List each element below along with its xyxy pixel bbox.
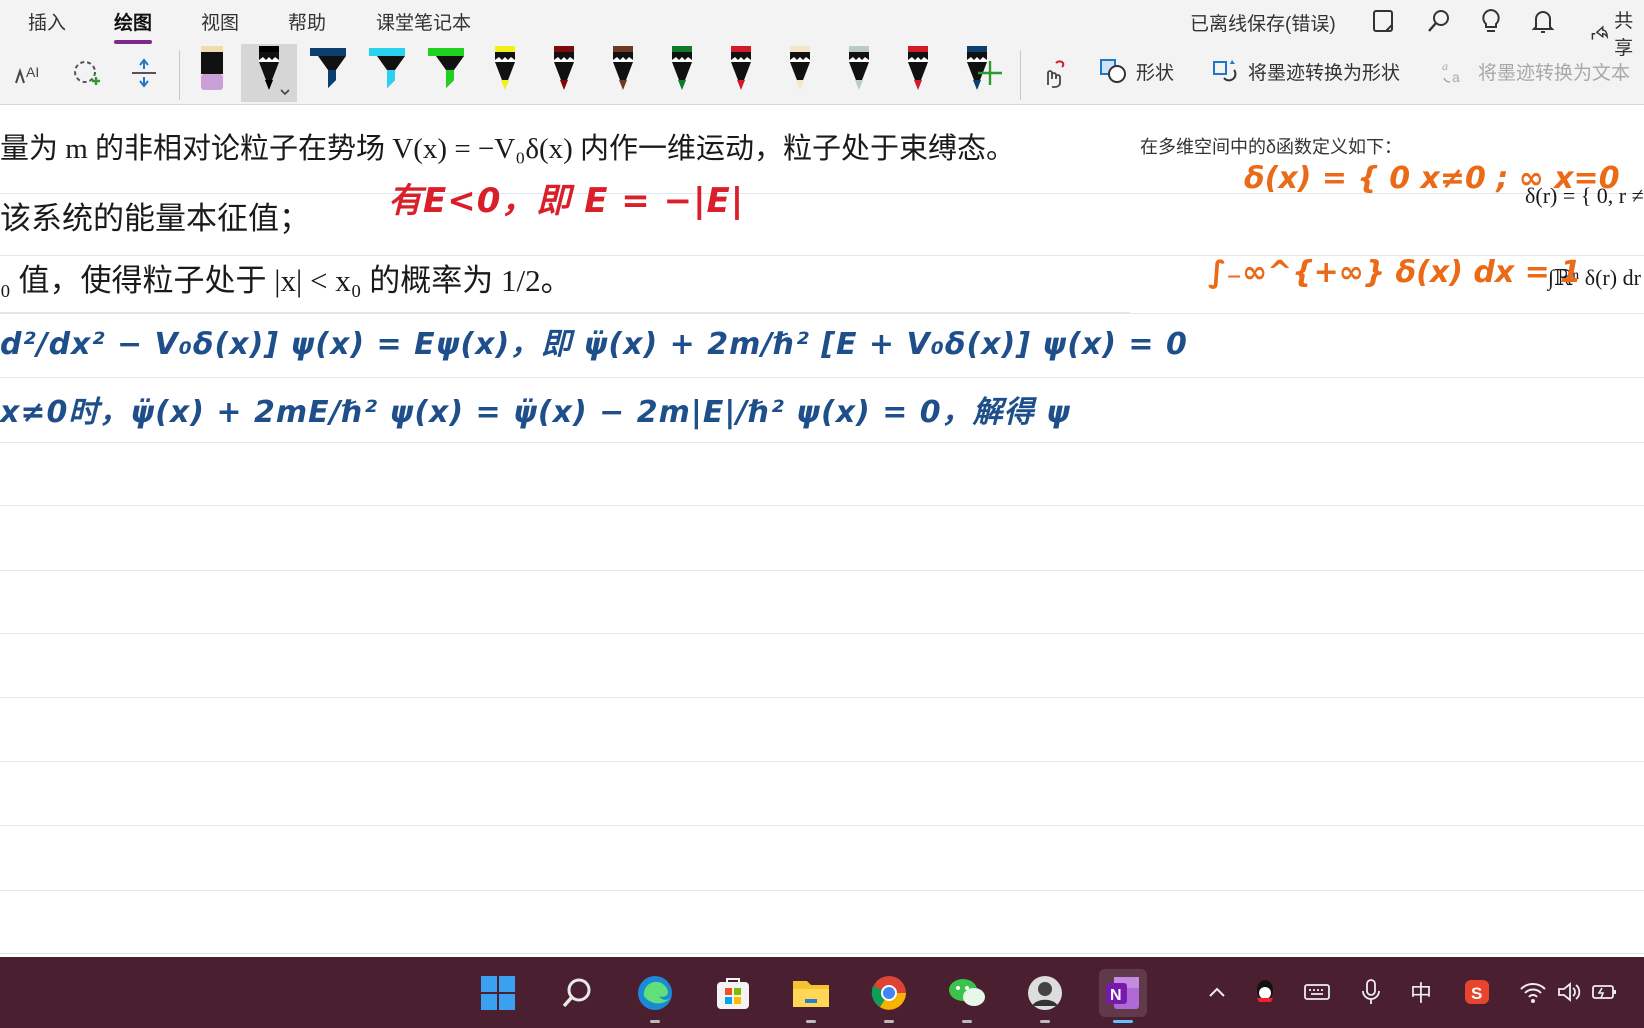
pen-2-icon xyxy=(310,48,346,88)
insert-space-icon[interactable] xyxy=(126,54,162,92)
pen-6[interactable] xyxy=(536,44,592,102)
ink-delta-integral: ∫₋∞^{+∞} δ(x) dx = 1 xyxy=(1208,255,1582,290)
start-icon xyxy=(481,976,515,1010)
ink-to-text-label: 将墨迹转换为文本 xyxy=(1478,62,1631,84)
pen-9[interactable] xyxy=(713,44,769,102)
pen-12[interactable] xyxy=(890,44,946,102)
ribbon: 插入 绘图 视图 帮助 课堂笔记本 已离线保存(错误) 共享 AI 形状 将墨迹… xyxy=(0,0,1644,105)
ribbon-tabs: 插入 绘图 视图 帮助 课堂笔记本 已离线保存(错误) 共享 xyxy=(0,0,1644,59)
eraser-tool[interactable] xyxy=(184,44,240,102)
tab-class-notebook[interactable]: 课堂笔记本 xyxy=(376,8,471,35)
pen-11-icon xyxy=(849,46,869,90)
ink-to-shape-button[interactable]: 将墨迹转换为形状 xyxy=(1210,56,1400,86)
notebook-icon[interactable] xyxy=(1368,6,1398,36)
svg-text:S: S xyxy=(1471,984,1482,1003)
svg-text:AI: AI xyxy=(26,64,39,80)
pen-9-icon xyxy=(731,46,751,90)
tray-keyboard-icon[interactable] xyxy=(1302,977,1332,1007)
tray-ime-indicator[interactable]: 中 xyxy=(1406,977,1436,1007)
wechat-icon xyxy=(949,979,985,1006)
store-icon xyxy=(717,978,749,1009)
explorer-icon xyxy=(793,981,829,1007)
pen-3[interactable] xyxy=(359,44,415,102)
avatar-app-icon xyxy=(1028,976,1062,1010)
tray-sogou-icon[interactable]: S xyxy=(1462,977,1492,1007)
tray-volume-icon[interactable] xyxy=(1554,977,1584,1007)
start-button[interactable] xyxy=(474,969,522,1017)
ink-to-text-button[interactable]: aa 将墨迹转换为文本 xyxy=(1440,56,1630,86)
delta-definition-note: 在多维空间中的δ函数定义如下： xyxy=(1140,137,1403,157)
pen-2[interactable] xyxy=(300,44,356,102)
ink-energy-note: 有E<0，即 E = −|E| xyxy=(388,181,745,221)
ink-delta-definition: δ(x) = { 0 x≠0 ; ∞ x=0 xyxy=(1244,161,1620,196)
bell-icon[interactable] xyxy=(1528,6,1558,36)
search-icon[interactable] xyxy=(1424,6,1454,36)
svg-text:a: a xyxy=(1452,69,1460,85)
pen-6-icon xyxy=(554,46,574,90)
tab-help[interactable]: 帮助 xyxy=(288,8,326,35)
svg-text:N: N xyxy=(1110,987,1122,1004)
tray-microphone-icon[interactable] xyxy=(1356,977,1386,1007)
svg-text:a: a xyxy=(1442,59,1448,73)
pen-4-icon xyxy=(428,48,464,88)
edge-icon xyxy=(638,976,672,1010)
taskbar-store[interactable] xyxy=(709,969,757,1017)
lightbulb-icon[interactable] xyxy=(1476,6,1506,36)
problem-line-1: 量为 m 的非相对论粒子在势场 V(x) = −V₀δ(x) 内作一维运动，粒子… xyxy=(0,133,1016,165)
pen-11[interactable] xyxy=(831,44,887,102)
tray-wifi-icon[interactable] xyxy=(1518,977,1548,1007)
taskbar-wechat[interactable] xyxy=(943,969,991,1023)
shapes-label: 形状 xyxy=(1136,62,1175,84)
pen-1[interactable] xyxy=(241,44,297,102)
pen-3-icon xyxy=(369,48,405,88)
taskbar-avatar-app[interactable] xyxy=(1021,969,1069,1023)
pen-10-icon xyxy=(790,46,810,90)
taskbar-search-button[interactable] xyxy=(553,969,601,1017)
note-page[interactable]: 量为 m 的非相对论粒子在势场 V(x) = −V₀δ(x) 内作一维运动，粒子… xyxy=(0,105,1644,957)
ink-solution-line: x≠0时，ψ̈(x) + 2mE/ℏ² ψ(x) = ψ̈(x) − 2m|E|… xyxy=(0,395,1071,430)
tray-battery-icon[interactable] xyxy=(1590,977,1620,1007)
pen-8-icon xyxy=(672,46,692,90)
taskbar-file-explorer[interactable] xyxy=(787,969,835,1023)
pen-5[interactable] xyxy=(477,44,533,102)
lasso-select-icon[interactable] xyxy=(68,54,104,92)
taskbar-edge[interactable] xyxy=(631,969,679,1023)
chrome-icon xyxy=(871,976,906,1010)
pen-8[interactable] xyxy=(654,44,710,102)
draw-toolbar: AI 形状 将墨迹转换为形状 aa 将墨迹转换为文本 xyxy=(0,44,1644,104)
ink-to-shape-icon xyxy=(1213,60,1237,82)
eraser-icon xyxy=(201,46,223,90)
search-icon xyxy=(562,978,591,1008)
shapes-icon xyxy=(1100,59,1126,83)
pen-10[interactable] xyxy=(772,44,828,102)
problem-line-3: ₀ 值，使得粒子处于 |x| < x₀ 的概率为 1/2。 xyxy=(0,263,572,298)
taskbar-onenote[interactable]: N xyxy=(1099,969,1147,1023)
shapes-button[interactable]: 形状 xyxy=(1098,56,1174,86)
ink-schrodinger-equation: d²/dx² − V₀δ(x)] ψ(x) = Eψ(x)，即 ψ̈(x) + … xyxy=(0,327,1188,362)
pen-7-icon xyxy=(613,46,633,90)
pen-7[interactable] xyxy=(595,44,651,102)
pen-12-icon xyxy=(908,46,928,90)
ink-to-shape-label: 将墨迹转换为形状 xyxy=(1248,62,1401,84)
pen-5-icon xyxy=(495,46,515,90)
tab-draw[interactable]: 绘图 xyxy=(114,8,153,44)
lasso-type-icon[interactable]: AI xyxy=(10,54,46,92)
taskbar: N 中 S xyxy=(0,957,1644,1028)
share-icon xyxy=(1591,25,1608,40)
tray-qq-icon[interactable] xyxy=(1250,977,1280,1007)
onenote-icon: N xyxy=(1106,977,1139,1009)
ink-to-text-icon: aa xyxy=(1442,59,1460,85)
tray-chevron-up-icon[interactable] xyxy=(1202,977,1232,1007)
pen-4[interactable] xyxy=(418,44,474,102)
problem-line-2: 该系统的能量本征值； xyxy=(0,201,310,236)
add-pen-icon[interactable] xyxy=(972,54,1008,92)
tab-view[interactable]: 视图 xyxy=(201,8,239,35)
taskbar-chrome[interactable] xyxy=(865,969,913,1023)
tab-insert[interactable]: 插入 xyxy=(28,8,66,35)
touch-draw-icon[interactable] xyxy=(1036,54,1072,92)
sync-status[interactable]: 已离线保存(错误) xyxy=(1190,9,1336,36)
